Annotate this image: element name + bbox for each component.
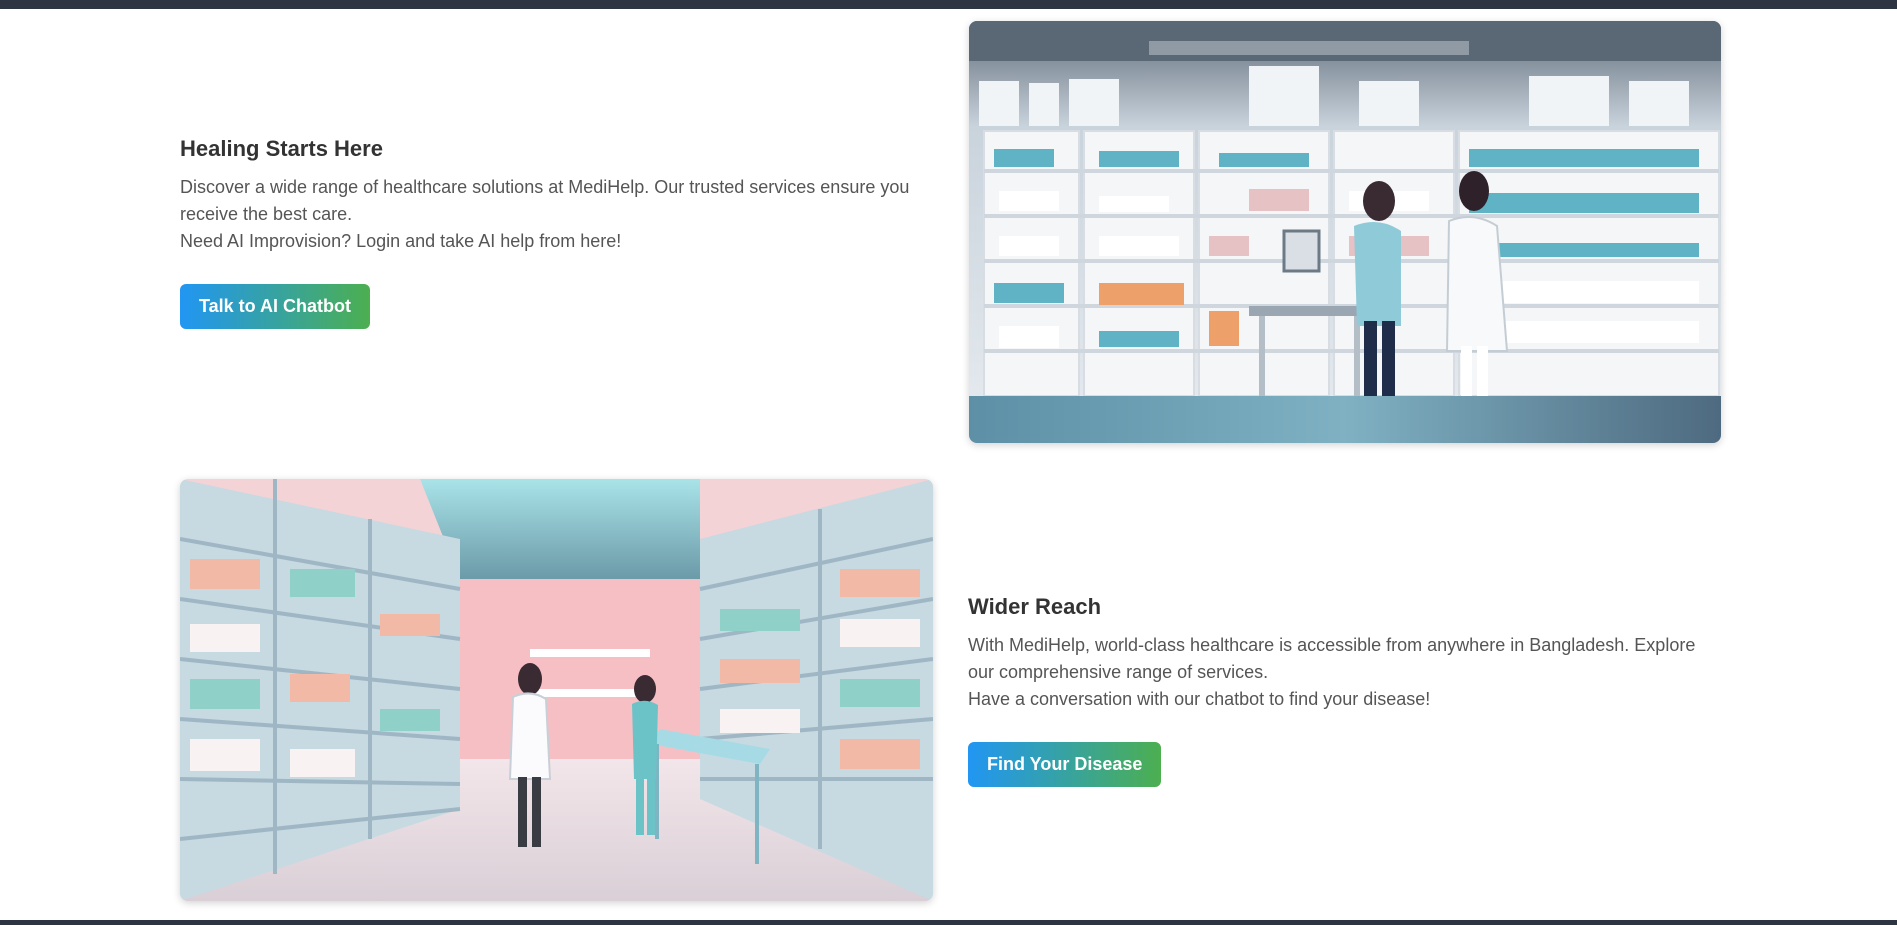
section-cta-text: Need AI Improvision? Login and take AI h…	[180, 231, 622, 251]
healing-section: Healing Starts Here Discover a wide rang…	[180, 136, 920, 329]
section-description: Discover a wide range of healthcare solu…	[180, 177, 910, 224]
talk-to-ai-chatbot-button[interactable]: Talk to AI Chatbot	[180, 284, 370, 329]
section-title: Healing Starts Here	[180, 136, 383, 161]
section-description: With MediHelp, world-class healthcare is…	[968, 635, 1696, 682]
section-cta-text: Have a conversation with our chatbot to …	[968, 689, 1431, 709]
section-title: Wider Reach	[968, 594, 1102, 619]
footer-bar	[0, 920, 1897, 925]
top-nav-bar	[0, 0, 1897, 9]
find-your-disease-button[interactable]: Find Your Disease	[968, 742, 1162, 787]
wider-reach-section: Wider Reach With MediHelp, world-class h…	[968, 594, 1713, 787]
pharmacy-aisle-illustration	[180, 479, 933, 901]
pharmacy-counter-illustration	[969, 21, 1721, 443]
